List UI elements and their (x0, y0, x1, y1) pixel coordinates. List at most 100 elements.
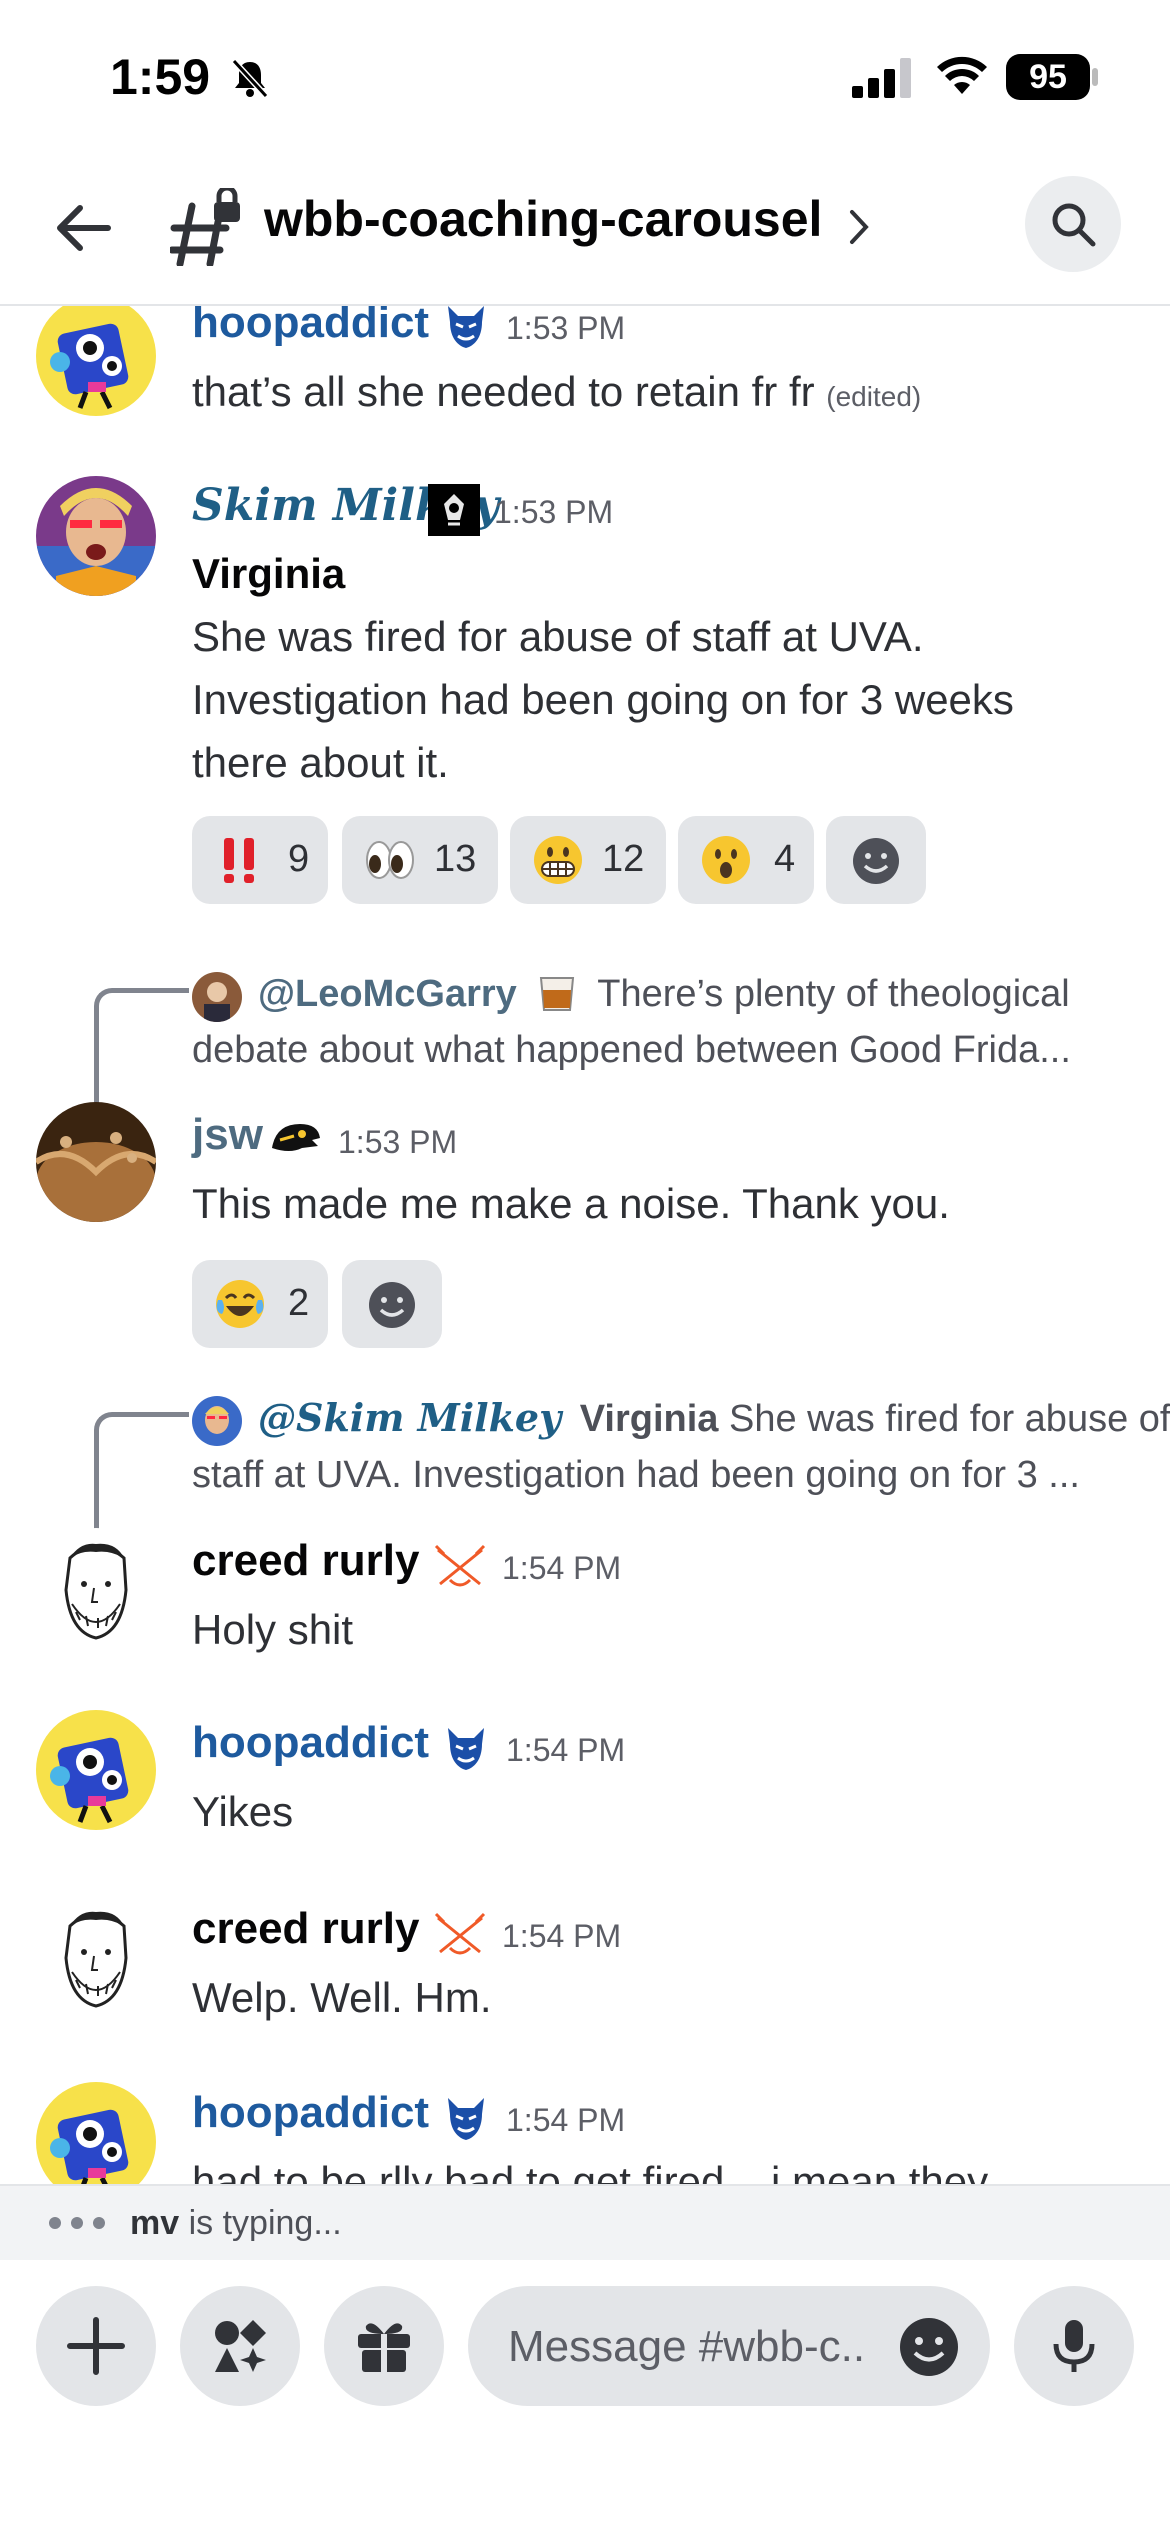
reply-heading: Virginia (579, 1398, 719, 1440)
blue-devil-icon (448, 2098, 484, 2140)
avatar[interactable] (36, 1896, 156, 2016)
message-line: She was fired for abuse of staff at UVA. (192, 613, 924, 660)
reply-connector (94, 988, 189, 1105)
add-reaction-button[interactable] (826, 816, 926, 904)
apps-button[interactable] (180, 2286, 300, 2406)
avatar[interactable] (36, 1102, 156, 1222)
message-text: This made me make a noise. Thank you. (192, 1180, 950, 1227)
message-line: Investigation had been going on for 3 we… (192, 676, 1014, 723)
reply-connector (94, 1412, 189, 1531)
avatar[interactable] (36, 306, 156, 416)
double-exclamation-icon (224, 838, 254, 883)
message-placeholder: Message #wbb-c.. (508, 2322, 866, 2371)
avatar[interactable] (36, 1710, 156, 1830)
message-text: Yikes (192, 1788, 294, 1835)
message-line: there about it. (192, 739, 449, 786)
message-heading: Virginia (192, 550, 346, 597)
message-input[interactable]: Message #wbb-c.. (468, 2286, 990, 2406)
wifi-icon (937, 56, 987, 94)
username[interactable]: hoopaddict (192, 1718, 429, 1768)
robot-avatar-icon (36, 1710, 156, 1830)
search-button[interactable] (1025, 176, 1121, 272)
cellular-signal-icon (852, 58, 911, 98)
grimace-face-icon (534, 836, 582, 884)
add-reaction-button[interactable] (342, 1260, 442, 1348)
avatar[interactable] (36, 1528, 156, 1648)
typing-indicator: mv is typing... (0, 2184, 1170, 2262)
sketch-face-avatar-icon (36, 1528, 156, 1648)
message-list[interactable]: hoopaddict 1:53 PM that’s all she needed… (0, 306, 1170, 2184)
bell-slash-icon (231, 58, 269, 99)
reaction-count: 2 (288, 1282, 310, 1324)
reaction-tears-of-joy[interactable]: 2 (192, 1260, 328, 1348)
reply-excerpt-line2: debate about what happened between Good … (192, 1029, 1071, 1071)
channel-header: wbb-coaching-carousel (0, 160, 1170, 306)
whiskey-glass-icon (540, 977, 575, 1011)
attach-button[interactable] (36, 2286, 156, 2406)
crowd-photo-avatar-icon (36, 1102, 156, 1222)
reaction-count: 9 (288, 838, 310, 880)
team-logo-icon (428, 484, 480, 536)
chevron-right-icon[interactable] (844, 204, 874, 250)
add-reaction-icon (853, 838, 899, 884)
reply-preview[interactable]: @Skim Milkey Virginia She was fired for … (192, 1390, 1170, 1503)
typing-dots-icon (49, 2217, 105, 2229)
reply-excerpt: There’s plenty of theological (597, 973, 1070, 1015)
back-arrow-icon[interactable] (52, 196, 116, 260)
typing-suffix: is typing... (188, 2204, 342, 2242)
reply-excerpt-line2: staff at UVA. Investigation had been goi… (192, 1454, 1080, 1496)
gift-button[interactable] (324, 2286, 444, 2406)
eyes-icon (366, 841, 414, 879)
reaction-surprised[interactable]: 4 (678, 816, 814, 904)
avatar[interactable] (36, 476, 156, 596)
search-icon (1052, 203, 1096, 247)
username[interactable]: hoopaddict (192, 2088, 429, 2138)
reply-mention[interactable]: @LeoMcGarry (258, 973, 517, 1015)
person-avatar-icon (192, 972, 242, 1022)
person-avatar-icon (192, 1396, 242, 1446)
battery-tip (1092, 68, 1098, 86)
username[interactable]: creed rurly (192, 1536, 419, 1586)
reaction-double-exclamation[interactable]: 9 (192, 816, 328, 904)
username[interactable]: creed rurly (192, 1904, 419, 1954)
voice-message-button[interactable] (1014, 2286, 1134, 2406)
hawkeye-logo-icon (272, 1124, 320, 1151)
timestamp: 1:54 PM (506, 2102, 626, 2138)
battery-indicator: 95 (1006, 54, 1090, 100)
status-time: 1:59 (110, 49, 211, 105)
reaction-count: 12 (602, 838, 645, 880)
message-text: that’s all she needed to retain fr fr (e… (192, 360, 1132, 428)
reply-mention[interactable]: @Skim Milkey (258, 1395, 561, 1440)
message-text: Holy shit (192, 1606, 354, 1653)
message-composer: Message #wbb-c.. (0, 2260, 1170, 2532)
username[interactable]: hoopaddict (192, 306, 429, 348)
channel-title[interactable]: wbb-coaching-carousel (264, 190, 822, 248)
emoji-icon[interactable] (898, 2316, 960, 2378)
reply-preview[interactable]: @LeoMcGarry There’s plenty of theologica… (192, 966, 1152, 1078)
private-channel-icon (170, 188, 240, 266)
typing-user: mv (130, 2204, 180, 2242)
add-reaction-icon (369, 1282, 415, 1328)
status-bar: 1:59 95 (0, 0, 1170, 150)
username[interactable]: jsw (192, 1110, 263, 1160)
reaction-grimace[interactable]: 12 (510, 816, 666, 904)
message-text: had to be rlly bad to get fired... i mea… (192, 2158, 989, 2184)
edited-label: (edited) (826, 381, 922, 412)
timestamp: 1:54 PM (502, 1918, 622, 1954)
timestamp: 1:54 PM (506, 1732, 626, 1768)
robot-avatar-icon (36, 2082, 156, 2184)
tears-of-joy-icon (216, 1280, 264, 1328)
crossed-sabres-icon (434, 1912, 486, 1955)
reply-avatar (192, 972, 242, 1022)
person-avatar-icon (36, 476, 156, 596)
crossed-sabres-icon (434, 1544, 486, 1587)
reaction-eyes[interactable]: 13 (342, 816, 498, 904)
timestamp: 1:54 PM (502, 1550, 622, 1586)
plus-icon (67, 2317, 125, 2375)
surprised-face-icon (702, 836, 750, 884)
reaction-count: 13 (434, 838, 477, 880)
message-text: Virginia She was fired for abuse of staf… (192, 542, 1132, 794)
timestamp: 1:53 PM (506, 310, 626, 346)
gift-icon (358, 2323, 410, 2372)
avatar[interactable] (36, 2082, 156, 2184)
